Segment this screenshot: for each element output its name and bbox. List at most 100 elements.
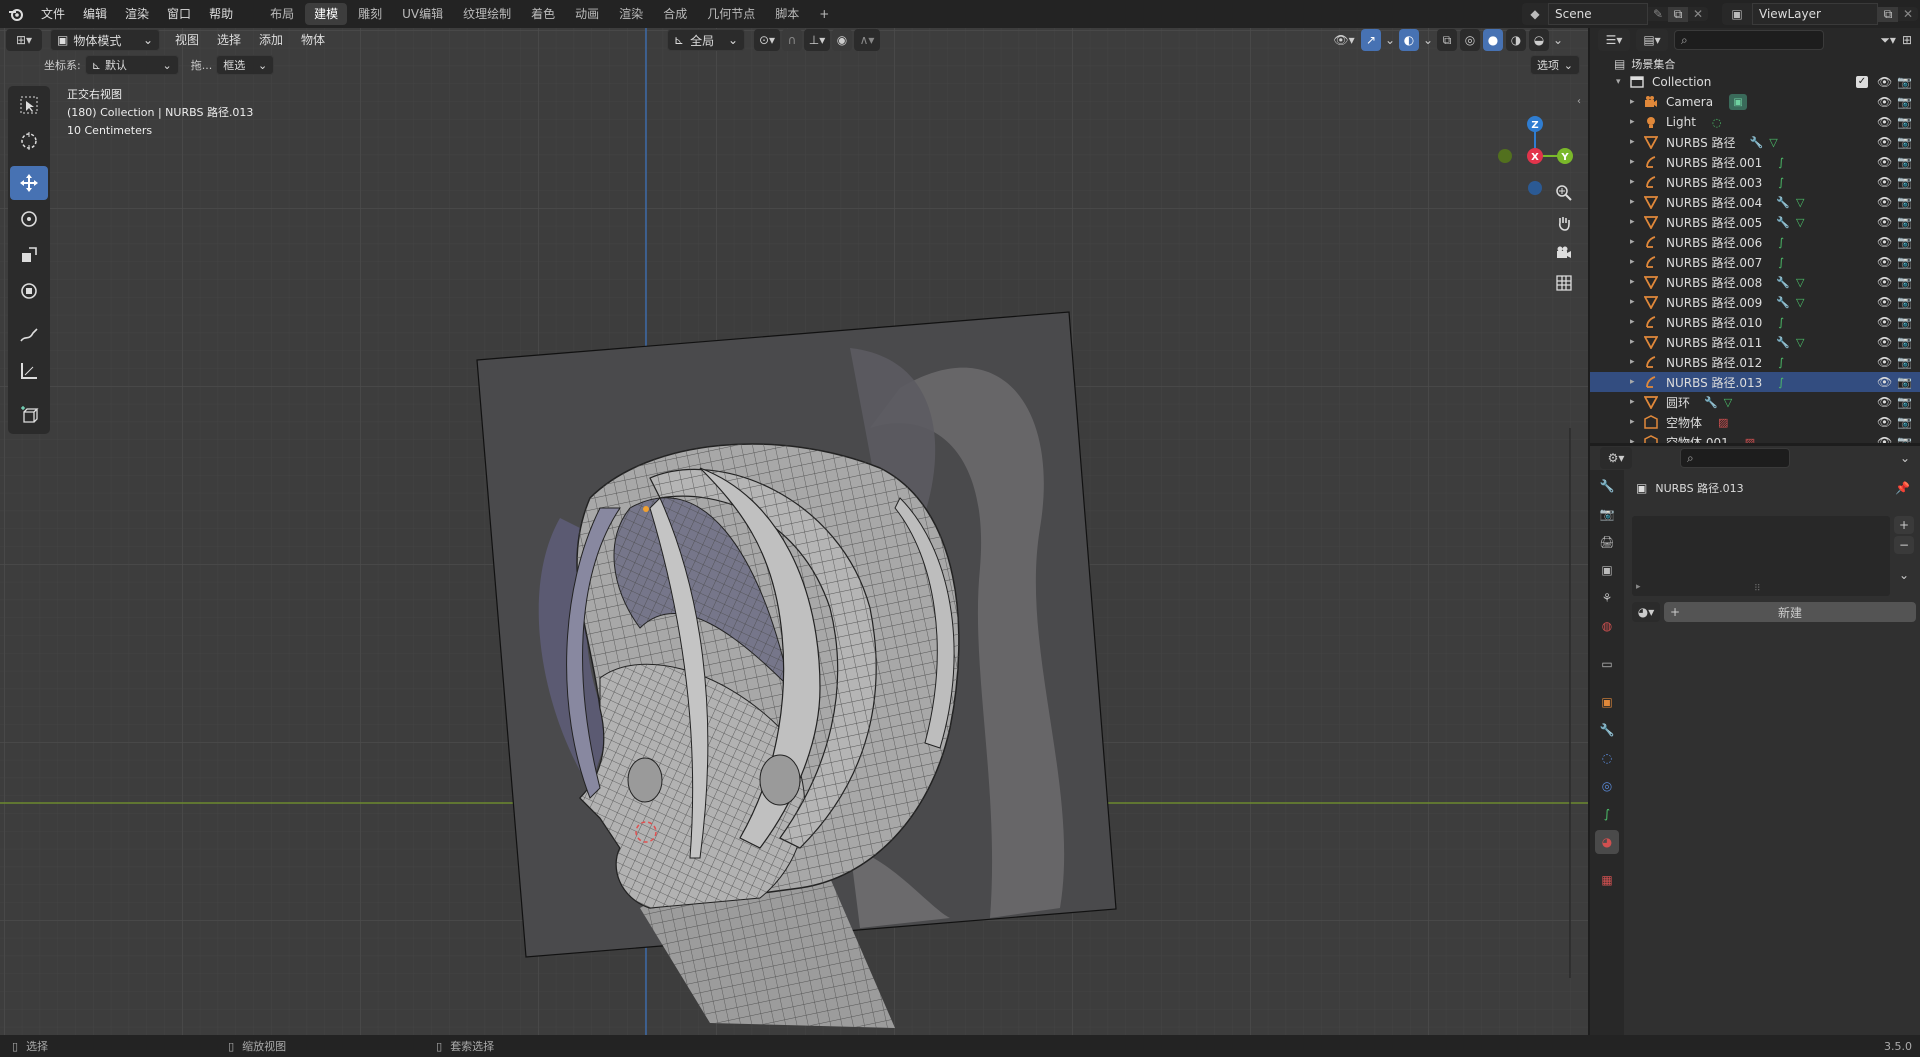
render-camera-icon[interactable]: 📷: [1897, 375, 1912, 389]
curve-data-tab-icon[interactable]: ∫: [1595, 802, 1619, 826]
render-camera-icon[interactable]: 📷: [1897, 135, 1912, 149]
scale-tool-icon[interactable]: [10, 238, 48, 272]
properties-search-input[interactable]: ⌕: [1680, 448, 1790, 468]
rendered-shading-icon[interactable]: ◒: [1529, 29, 1549, 51]
outliner-item[interactable]: ▸ NURBS 路径.005 🔧 ▽ 👁 📷: [1590, 212, 1920, 232]
expand-arrow-icon[interactable]: ▸: [1630, 277, 1644, 287]
render-camera-icon[interactable]: 📷: [1897, 415, 1912, 429]
outliner-item[interactable]: ▸ NURBS 路径.004 🔧 ▽ 👁 📷: [1590, 192, 1920, 212]
expand-arrow-icon[interactable]: ▸: [1630, 357, 1644, 367]
expand-arrow-icon[interactable]: ▸: [1630, 97, 1644, 107]
shading-dropdown-icon[interactable]: ⌄: [1552, 29, 1564, 51]
move-tool-icon[interactable]: [10, 166, 48, 200]
editor-type-button[interactable]: ⊞▾: [6, 29, 42, 51]
pan-hand-icon[interactable]: [1549, 208, 1579, 238]
transform-orientation-selector[interactable]: ⊾ 全局 ⌄: [667, 29, 745, 51]
mesh-data-icon[interactable]: ▽: [1796, 196, 1804, 209]
outliner-item[interactable]: ▸ Camera ▣ 👁 📷: [1590, 92, 1920, 112]
eye-icon[interactable]: 👁: [1877, 155, 1892, 169]
eye-icon[interactable]: 👁: [1877, 315, 1892, 329]
eye-icon[interactable]: 👁: [1877, 395, 1892, 409]
outliner-item[interactable]: ▸ NURBS 路径 🔧 ▽ 👁 📷: [1590, 132, 1920, 152]
view-layer-tab-icon[interactable]: ▣: [1595, 558, 1619, 582]
menu-render[interactable]: 渲染: [116, 0, 158, 28]
modifier-wrench-icon[interactable]: 🔧: [1776, 196, 1790, 209]
render-camera-icon[interactable]: 📷: [1897, 395, 1912, 409]
outliner-item[interactable]: ▸ NURBS 路径.001 ∫ 👁 📷: [1590, 152, 1920, 172]
modifier-wrench-icon[interactable]: 🔧: [1750, 136, 1764, 149]
outliner-item[interactable]: ▸ NURBS 路径.009 🔧 ▽ 👁 📷: [1590, 292, 1920, 312]
scene-tab-icon[interactable]: ⚘: [1595, 586, 1619, 610]
filter-icon[interactable]: ⏷▾: [1880, 33, 1896, 48]
exclude-checkbox[interactable]: ✓: [1856, 76, 1868, 88]
tab-uv-editing[interactable]: UV编辑: [393, 3, 452, 25]
view-layer-name-field[interactable]: ViewLayer: [1752, 3, 1878, 25]
menu-select[interactable]: 选择: [208, 29, 250, 51]
material-tab-icon[interactable]: ◕: [1595, 830, 1619, 854]
eye-icon[interactable]: 👁: [1877, 115, 1892, 129]
outliner-item[interactable]: ▸ NURBS 路径.011 🔧 ▽ 👁 📷: [1590, 332, 1920, 352]
overlay-dropdown-icon[interactable]: ⌄: [1422, 29, 1434, 51]
menu-object[interactable]: 物体: [292, 29, 334, 51]
tab-shading[interactable]: 着色: [522, 3, 564, 25]
eye-icon[interactable]: 👁: [1877, 435, 1892, 443]
zoom-icon[interactable]: [1549, 178, 1579, 208]
snap-magnet-icon[interactable]: ∩: [782, 29, 802, 51]
curve-data-icon[interactable]: ∫: [1778, 176, 1784, 189]
tab-rendering[interactable]: 渲染: [610, 3, 652, 25]
render-camera-icon[interactable]: 📷: [1897, 435, 1912, 443]
options-button[interactable]: 选项 ⌄: [1530, 55, 1580, 75]
menu-file[interactable]: 文件: [32, 0, 74, 28]
modifier-wrench-icon[interactable]: 🔧: [1704, 396, 1718, 409]
mesh-data-icon[interactable]: ▽: [1796, 216, 1804, 229]
expand-arrow-icon[interactable]: ▸: [1630, 317, 1644, 327]
properties-options-icon[interactable]: ⌄: [1900, 451, 1910, 465]
render-camera-icon[interactable]: 📷: [1897, 255, 1912, 269]
eye-icon[interactable]: 👁: [1877, 235, 1892, 249]
snap-target-icon[interactable]: ⊥▾: [804, 29, 830, 51]
render-camera-icon[interactable]: 📷: [1897, 95, 1912, 109]
empty-data-icon[interactable]: ▨: [1745, 436, 1755, 444]
curve-data-icon[interactable]: ∫: [1778, 256, 1784, 269]
outliner-item[interactable]: ▸ NURBS 路径.006 ∫ 👁 📷: [1590, 232, 1920, 252]
menu-window[interactable]: 窗口: [158, 0, 200, 28]
outliner-item[interactable]: ▸ NURBS 路径.003 ∫ 👁 📷: [1590, 172, 1920, 192]
render-camera-icon[interactable]: 📷: [1897, 115, 1912, 129]
proportional-edit-icon[interactable]: ◉: [832, 29, 852, 51]
eye-icon[interactable]: 👁: [1877, 215, 1892, 229]
coord-selector[interactable]: ⊾ 默认 ⌄: [84, 55, 179, 75]
outliner-collection[interactable]: ▾ Collection ✓ 👁 📷: [1590, 72, 1920, 92]
slot-menu-button[interactable]: ⌄: [1894, 566, 1914, 584]
curve-data-icon[interactable]: ∫: [1778, 236, 1784, 249]
output-tab-icon[interactable]: 🖨: [1595, 530, 1619, 554]
menu-add[interactable]: 添加: [250, 29, 292, 51]
eye-icon[interactable]: 👁: [1877, 95, 1892, 109]
expand-arrow-icon[interactable]: ▸: [1630, 157, 1644, 167]
render-camera-icon[interactable]: 📷: [1897, 335, 1912, 349]
xray-icon[interactable]: ⧉: [1437, 29, 1457, 51]
mode-selector[interactable]: ▣ 物体模式 ⌄: [50, 29, 160, 51]
outliner-item[interactable]: ▸ NURBS 路径.012 ∫ 👁 📷: [1590, 352, 1920, 372]
render-camera-icon[interactable]: 📷: [1897, 295, 1912, 309]
new-material-button[interactable]: + 新建: [1664, 602, 1916, 622]
pin-icon[interactable]: ✎: [1648, 7, 1668, 21]
tab-animation[interactable]: 动画: [566, 3, 608, 25]
modifier-tab-icon[interactable]: 🔧: [1595, 718, 1619, 742]
resize-handle-icon[interactable]: ⠿: [1754, 584, 1761, 594]
outliner-item[interactable]: ▸ NURBS 路径.007 ∫ 👁 📷: [1590, 252, 1920, 272]
render-camera-icon[interactable]: 📷: [1897, 235, 1912, 249]
particles-tab-icon[interactable]: ◌: [1595, 746, 1619, 770]
curve-data-icon[interactable]: ∫: [1778, 356, 1784, 369]
eye-icon[interactable]: 👁: [1877, 255, 1892, 269]
curve-data-icon[interactable]: ∫: [1778, 376, 1784, 389]
render-camera-icon[interactable]: 📷: [1897, 195, 1912, 209]
eye-icon[interactable]: 👁: [1877, 195, 1892, 209]
expand-arrow-icon[interactable]: ▸: [1630, 117, 1644, 127]
render-camera-icon[interactable]: 📷: [1897, 355, 1912, 369]
eye-icon[interactable]: 👁: [1877, 375, 1892, 389]
annotate-tool-icon[interactable]: [10, 318, 48, 352]
display-mode-icon[interactable]: ▤▾: [1636, 29, 1668, 51]
measure-tool-icon[interactable]: [10, 354, 48, 388]
light-data-icon[interactable]: ◌: [1712, 116, 1722, 129]
camera-view-icon[interactable]: [1549, 238, 1579, 268]
